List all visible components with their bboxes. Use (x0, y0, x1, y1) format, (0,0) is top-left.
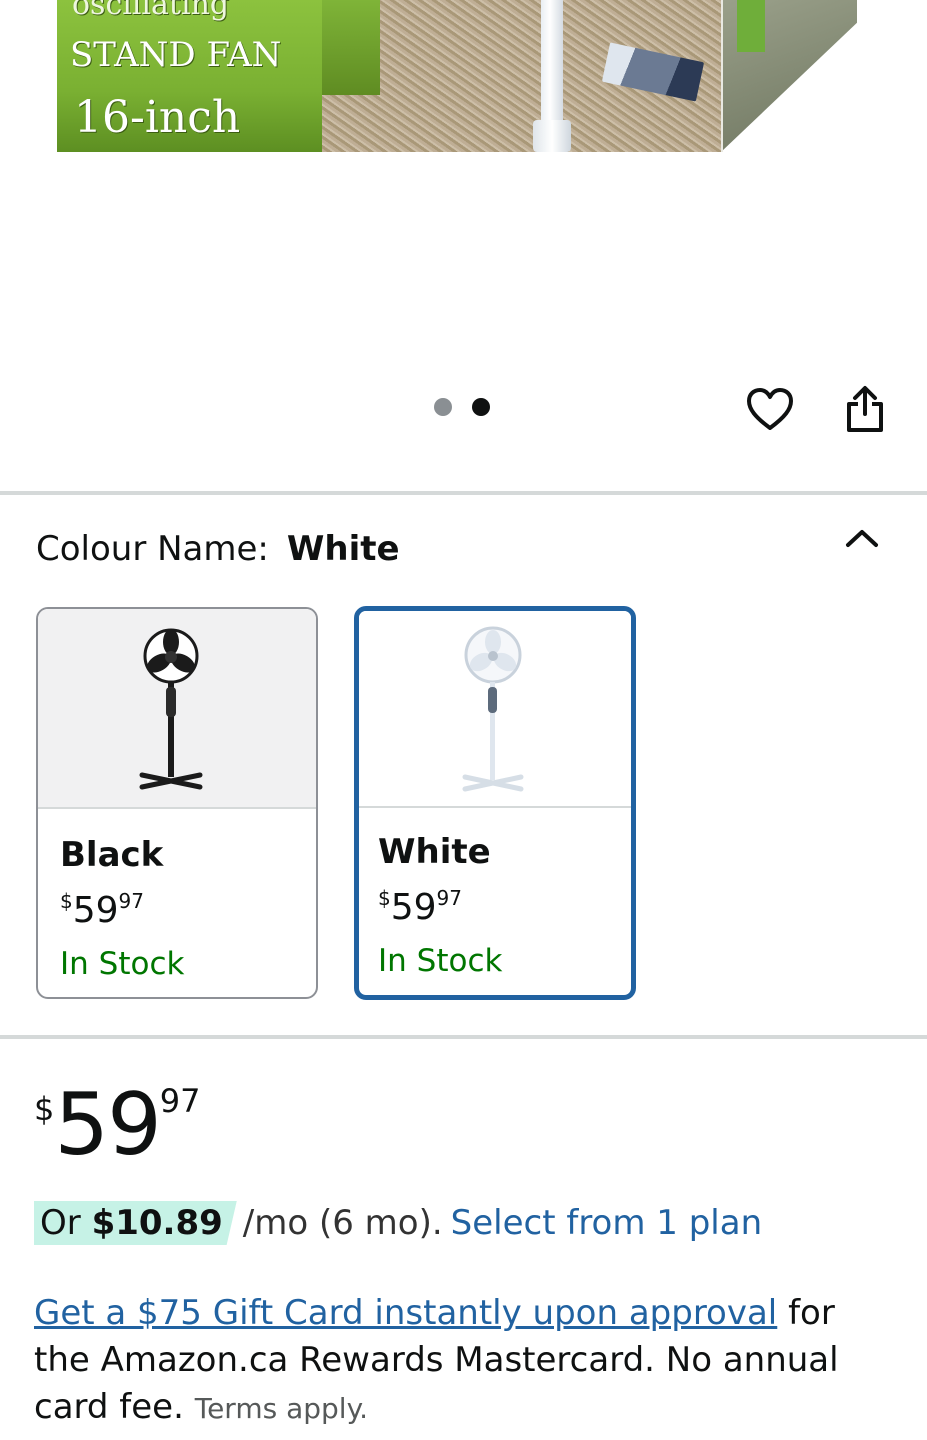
variation-name-black: Black (60, 835, 164, 875)
white-stand-fan-image (462, 626, 524, 792)
gift-card-promo-link[interactable]: Get a $75 Gift Card instantly upon appro… (34, 1293, 777, 1333)
section-divider (0, 491, 927, 495)
product-image-fan-base (533, 120, 571, 152)
section-divider (0, 1035, 927, 1039)
share-button[interactable] (840, 384, 890, 434)
variation-price-whole: 59 (390, 887, 437, 928)
hero-image-text-oscillating: oscillating (72, 0, 230, 22)
variation-thumbnail-white (359, 611, 631, 808)
variation-name-white: White (378, 832, 491, 872)
chevron-up-icon (846, 530, 878, 547)
product-price: $5997 (34, 1082, 201, 1168)
hero-image-text-stand-fan: STAND FAN (70, 35, 282, 75)
product-image-box-logo (737, 0, 765, 52)
variation-stock-black: In Stock (60, 946, 185, 982)
black-stand-fan-image (139, 628, 203, 790)
variation-stock-white: In Stock (378, 943, 503, 979)
add-to-wishlist-button[interactable] (745, 384, 795, 434)
variation-price-currency: $ (378, 886, 391, 910)
installment-offer: Or $10.89/mo (6 mo). Select from 1 plan (34, 1200, 762, 1246)
variation-price-black: $5997 (60, 879, 316, 933)
carousel-dot-2-active[interactable] (472, 398, 490, 416)
variation-label: Colour Name: (36, 529, 269, 569)
variation-price-fraction: 97 (118, 889, 144, 913)
product-image-box-edge (721, 0, 723, 152)
variation-price-whole: 59 (72, 890, 119, 931)
product-image-carousel[interactable]: oscillating STAND FAN 16-inch (0, 0, 927, 492)
price-whole: 59 (54, 1075, 161, 1175)
variation-price-white: $5997 (378, 876, 631, 930)
variation-thumbnail-black (38, 609, 316, 809)
share-icon (847, 386, 883, 432)
variation-option-white-selected[interactable]: White $5997 In Stock (354, 606, 636, 1000)
hero-image-text-size: 16-inch (74, 92, 241, 143)
variation-price-currency: $ (60, 889, 73, 913)
price-currency: $ (34, 1090, 55, 1128)
installment-prefix: Or (40, 1203, 92, 1243)
installment-term: /mo (6 mo). (242, 1203, 443, 1243)
credit-card-promo: Get a $75 Gift Card instantly upon appro… (34, 1290, 894, 1432)
collapse-variations-button[interactable] (838, 514, 886, 562)
price-fraction: 97 (159, 1082, 201, 1120)
product-image-stool (322, 0, 380, 95)
select-plan-link[interactable]: Select from 1 plan (451, 1203, 762, 1243)
heart-icon (747, 388, 793, 430)
terms-apply-text: Terms apply. (194, 1392, 369, 1425)
variation-price-fraction: 97 (436, 886, 462, 910)
installment-amount: $10.89 (91, 1203, 223, 1243)
variation-header: Colour Name: White (36, 529, 400, 569)
installment-chip: Or $10.89 (34, 1201, 237, 1245)
carousel-dot-1[interactable] (434, 398, 452, 416)
variation-option-black[interactable]: Black $5997 In Stock (36, 607, 318, 999)
carousel-pagination (434, 398, 490, 416)
variation-selected-value: White (286, 529, 400, 569)
